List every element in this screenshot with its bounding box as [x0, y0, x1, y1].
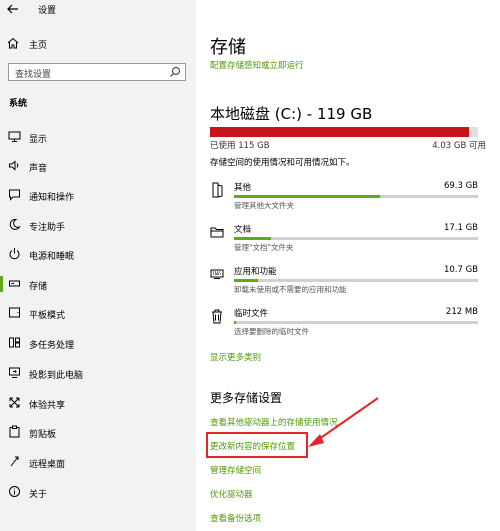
category-size: 212 MB [445, 307, 478, 317]
speaker-icon [9, 160, 19, 171]
configure-storage-sense-link[interactable]: 配置存储感知或立即运行 [210, 59, 304, 71]
category-apps[interactable]: 应用和功能 10.7 GB 卸载未使用或不需要的应用和功能 [210, 264, 482, 300]
disk-usage-fill [210, 127, 469, 137]
sidebar-item-multitasking[interactable]: 多任务处理 [0, 332, 196, 354]
sidebar-item-label: 平板模式 [29, 311, 66, 321]
back-arrow-icon[interactable] [6, 2, 20, 16]
manage-storage-spaces-link[interactable]: 管理存储空间 [210, 464, 261, 476]
show-more-categories-link[interactable]: 显示更多类别 [210, 351, 261, 363]
category-description: 选择要删除的临时文件 [234, 327, 309, 336]
sidebar-item-notifications[interactable]: 通知和操作 [0, 184, 196, 206]
category-bar-fill [234, 279, 259, 282]
more-storage-settings-heading: 更多存储设置 [210, 391, 283, 405]
category-bar-fill [234, 237, 271, 240]
clipboard-icon [9, 425, 20, 438]
annotation-arrow-icon [308, 397, 379, 447]
category-other[interactable]: 其他 69.3 GB 管理其他大文件夹 [210, 180, 482, 216]
title-bar: 设置 [0, 0, 196, 18]
category-size: 10.7 GB [443, 265, 478, 275]
sidebar-item-display[interactable]: 显示 [0, 126, 196, 148]
keyboard-icon [210, 269, 224, 279]
monitor-icon [8, 131, 21, 142]
usage-description: 存储空间的使用情况和可用情况如下。 [210, 158, 355, 168]
disk-usage-bar [210, 127, 478, 137]
sidebar-item-storage[interactable]: 存储 [0, 273, 196, 295]
project-icon [9, 367, 20, 378]
sidebar-item-clipboard[interactable]: 剪贴板 [0, 421, 196, 443]
sidebar-item-sound[interactable]: 声音 [0, 155, 196, 177]
search-input[interactable]: 查找设置 [8, 63, 186, 81]
sidebar-item-label: 剪贴板 [29, 430, 57, 440]
sidebar-item-label: 存储 [29, 282, 48, 292]
sidebar-item-shared-experiences[interactable]: 体验共享 [0, 392, 196, 414]
remote-desktop-icon [10, 456, 19, 467]
folder-icon [210, 227, 224, 238]
sidebar-item-label: 远程桌面 [29, 460, 66, 470]
category-temp-files[interactable]: 临时文件 212 MB 选择要删除的临时文件 [210, 306, 482, 342]
category-description: 管理"文档"文件夹 [234, 243, 294, 252]
search-placeholder: 查找设置 [15, 70, 52, 80]
selection-marker [0, 276, 3, 292]
disk-title: 本地磁盘 (C:) - 119 GB [210, 105, 373, 123]
sidebar-item-remote-desktop[interactable]: 远程桌面 [0, 451, 196, 473]
sidebar-item-projecting[interactable]: 投影到此电脑 [0, 362, 196, 384]
sidebar-item-label: 通知和操作 [29, 193, 75, 203]
category-bar [234, 195, 478, 198]
disk-used-label: 已使用 115 GB [210, 141, 270, 151]
sidebar-item-home[interactable]: 主页 [0, 34, 196, 54]
share-icon [9, 397, 20, 408]
sidebar-item-focus-assist[interactable]: 专注助手 [0, 214, 196, 236]
category-bar [234, 237, 478, 240]
category-bar-fill [234, 195, 381, 198]
category-bar [234, 321, 478, 324]
sidebar-item-label: 关于 [29, 490, 48, 500]
storage-icon [9, 280, 20, 287]
category-documents[interactable]: 文档 17.1 GB 管理"文档"文件夹 [210, 222, 482, 258]
category-size: 17.1 GB [443, 223, 478, 233]
sidebar-item-label: 声音 [29, 164, 48, 174]
category-description: 卸载未使用或不需要的应用和功能 [234, 285, 347, 294]
optimize-drives-link[interactable]: 优化驱动器 [210, 488, 253, 500]
notification-icon [9, 189, 20, 201]
disk-free-label: 4.03 GB 可用 [432, 141, 486, 151]
trash-icon [212, 309, 222, 324]
category-name: 其他 [234, 183, 252, 193]
multitask-icon [9, 337, 20, 348]
search-icon [170, 67, 180, 77]
category-bar [234, 279, 478, 282]
category-bar-fill [234, 321, 237, 324]
sidebar-item-about[interactable]: 关于 [0, 481, 196, 503]
sidebar-item-label: 专注助手 [29, 223, 66, 233]
category-name: 临时文件 [234, 309, 269, 319]
other-files-icon [212, 182, 223, 198]
page-title: 存储 [210, 37, 246, 58]
sidebar-item-tablet-mode[interactable]: 平板模式 [0, 302, 196, 324]
sidebar-item-label: 主页 [29, 41, 48, 51]
category-name: 文档 [234, 225, 252, 235]
info-icon [9, 486, 20, 497]
home-icon [7, 37, 19, 49]
sidebar-item-label: 投影到此电脑 [29, 371, 84, 381]
sidebar-item-label: 电源和睡眠 [29, 252, 75, 262]
power-icon [9, 248, 20, 260]
sidebar-item-power[interactable]: 电源和睡眠 [0, 243, 196, 265]
app-title: 设置 [38, 6, 57, 16]
sidebar: 设置 主页 查找设置 系统 显示 声音 通知和操作 专注助手 电源和睡眠 存储 … [0, 0, 196, 531]
category-name: 应用和功能 [234, 267, 277, 277]
view-backup-options-link[interactable]: 查看备份选项 [210, 512, 261, 524]
sidebar-item-label: 多任务处理 [29, 341, 75, 351]
section-heading: 系统 [9, 99, 28, 109]
annotation-highlight-box [206, 432, 308, 458]
sidebar-item-label: 显示 [29, 135, 48, 145]
category-size: 69.3 GB [443, 181, 478, 191]
sidebar-item-label: 体验共享 [29, 401, 66, 411]
category-description: 管理其他大文件夹 [234, 201, 294, 210]
moon-icon [9, 218, 21, 230]
tablet-icon [9, 307, 20, 318]
